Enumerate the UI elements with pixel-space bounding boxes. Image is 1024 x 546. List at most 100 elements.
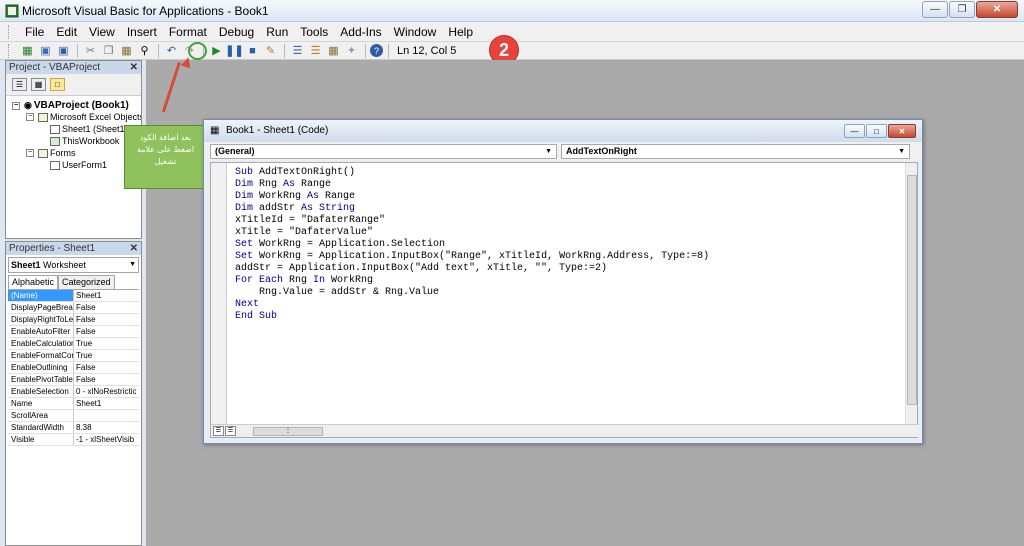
- tree-forms[interactable]: − Forms: [26, 148, 76, 158]
- vertical-scrollbar[interactable]: [905, 163, 917, 426]
- horizontal-scroll-thumb[interactable]: ⋮: [253, 427, 323, 436]
- project-pane-close-icon[interactable]: ✕: [130, 61, 138, 74]
- code-line[interactable]: End Sub: [235, 311, 709, 323]
- full-module-view-icon[interactable]: ☰: [225, 426, 236, 436]
- property-row[interactable]: StandardWidth 8.38: [8, 422, 139, 434]
- tab-categorized[interactable]: Categorized: [58, 275, 115, 289]
- property-row[interactable]: EnableSelection 0 - xlNoRestrictio: [8, 386, 139, 398]
- code-line[interactable]: Dim Rng As Range: [235, 179, 709, 191]
- property-row[interactable]: ScrollArea: [8, 410, 139, 422]
- code-line[interactable]: For Each Rng In WorkRng: [235, 275, 709, 287]
- menu-help[interactable]: Help: [442, 22, 479, 42]
- property-value[interactable]: Sheet1: [74, 290, 136, 301]
- project-explorer-icon[interactable]: ☰: [289, 43, 306, 59]
- menu-debug[interactable]: Debug: [213, 22, 260, 42]
- code-line[interactable]: Dim addStr As String: [235, 203, 709, 215]
- property-value[interactable]: False: [74, 326, 136, 337]
- chevron-down-icon[interactable]: ▼: [545, 145, 552, 158]
- toolbox-icon[interactable]: ✦: [343, 43, 360, 59]
- code-line[interactable]: addStr = Application.InputBox("Add text"…: [235, 263, 709, 275]
- property-value[interactable]: 8.38: [74, 422, 136, 433]
- paste-icon[interactable]: ▦: [118, 43, 135, 59]
- tree-userform1[interactable]: UserForm1: [50, 160, 107, 170]
- menu-insert[interactable]: Insert: [121, 22, 163, 42]
- property-value[interactable]: True: [74, 338, 136, 349]
- horizontal-scrollbar[interactable]: ☰ ☰ ⋮: [211, 424, 919, 437]
- code-maximize-button[interactable]: □: [866, 124, 887, 138]
- object-combo[interactable]: (General) ▼: [210, 144, 557, 159]
- property-row[interactable]: Name Sheet1: [8, 398, 139, 410]
- view-code-icon[interactable]: ☰: [12, 78, 27, 91]
- code-line[interactable]: xTitle = "DafaterValue": [235, 227, 709, 239]
- property-value[interactable]: [74, 410, 136, 421]
- code-text[interactable]: Sub AddTextOnRight() Dim Rng As Range Dim …: [235, 167, 709, 323]
- property-row[interactable]: EnableAutoFilter False: [8, 326, 139, 338]
- object-browser-icon[interactable]: ▦: [325, 43, 342, 59]
- property-value[interactable]: 0 - xlNoRestrictio: [74, 386, 136, 397]
- find-icon[interactable]: ⚲: [136, 43, 153, 59]
- property-value[interactable]: False: [74, 302, 136, 313]
- menu-run[interactable]: Run: [260, 22, 294, 42]
- reset-icon[interactable]: ■: [244, 43, 261, 59]
- property-value[interactable]: False: [74, 362, 136, 373]
- property-row[interactable]: EnableCalculation True: [8, 338, 139, 350]
- tree-thisworkbook[interactable]: ThisWorkbook: [50, 136, 119, 146]
- menu-tools[interactable]: Tools: [294, 22, 334, 42]
- property-row[interactable]: EnableFormatCon True: [8, 350, 139, 362]
- property-value[interactable]: False: [74, 374, 136, 385]
- menu-file[interactable]: File: [19, 22, 50, 42]
- minimize-button[interactable]: —: [922, 1, 948, 18]
- break-icon[interactable]: ❚❚: [225, 43, 243, 59]
- procedure-view-icon[interactable]: ☰: [213, 426, 224, 436]
- code-close-button[interactable]: ✕: [888, 124, 916, 138]
- design-mode-icon[interactable]: ✎: [262, 43, 279, 59]
- code-line[interactable]: Set WorkRng = Application.Selection: [235, 239, 709, 251]
- toggle-folders-icon[interactable]: □: [50, 78, 65, 91]
- property-row[interactable]: (Name) Sheet1: [8, 290, 139, 302]
- property-row[interactable]: EnablePivotTable False: [8, 374, 139, 386]
- code-line[interactable]: Dim WorkRng As Range: [235, 191, 709, 203]
- property-value[interactable]: Sheet1: [74, 398, 136, 409]
- collapse-icon[interactable]: −: [26, 149, 34, 157]
- run-icon[interactable]: ▶: [208, 43, 225, 59]
- menu-add-ins[interactable]: Add-Ins: [334, 22, 387, 42]
- close-button[interactable]: ✕: [976, 1, 1018, 18]
- code-line[interactable]: xTitleId = "DafaterRange": [235, 215, 709, 227]
- code-editor[interactable]: Sub AddTextOnRight() Dim Rng As Range Dim …: [210, 162, 919, 438]
- property-value[interactable]: True: [74, 350, 136, 361]
- property-row[interactable]: EnableOutlining False: [8, 362, 139, 374]
- code-line[interactable]: Sub AddTextOnRight(): [235, 167, 709, 179]
- property-row[interactable]: DisplayPageBreak False: [8, 302, 139, 314]
- property-value[interactable]: -1 - xlSheetVisib: [74, 434, 136, 445]
- menu-format[interactable]: Format: [163, 22, 213, 42]
- chevron-down-icon[interactable]: ▼: [898, 145, 905, 158]
- tree-excel-objects[interactable]: − Microsoft Excel Objects: [26, 112, 141, 122]
- object-selector[interactable]: Sheet1 Worksheet ▼: [8, 257, 139, 273]
- menu-view[interactable]: View: [83, 22, 121, 42]
- property-row[interactable]: Visible -1 - xlSheetVisib: [8, 434, 139, 446]
- procedure-combo[interactable]: AddTextOnRight ▼: [561, 144, 910, 159]
- tab-alphabetic[interactable]: Alphabetic: [8, 275, 59, 289]
- code-line[interactable]: Rng.Value = addStr & Rng.Value: [235, 287, 709, 299]
- undo-icon[interactable]: ↶: [163, 43, 180, 59]
- collapse-icon[interactable]: −: [12, 101, 20, 110]
- code-minimize-button[interactable]: —: [844, 124, 865, 138]
- tree-sheet1[interactable]: Sheet1 (Sheet1): [50, 124, 128, 134]
- tree-root[interactable]: − ◉ VBAProject (Book1): [12, 100, 129, 111]
- code-line[interactable]: Next: [235, 299, 709, 311]
- menu-edit[interactable]: Edit: [50, 22, 83, 42]
- insert-userform-icon[interactable]: ▣: [37, 43, 54, 59]
- restore-button[interactable]: ❐: [949, 1, 975, 18]
- property-value[interactable]: False: [74, 314, 136, 325]
- cut-icon[interactable]: ✂: [82, 43, 99, 59]
- property-row[interactable]: DisplayRightToLef False: [8, 314, 139, 326]
- menu-window[interactable]: Window: [388, 22, 443, 42]
- collapse-icon[interactable]: −: [26, 113, 34, 121]
- vertical-scroll-thumb[interactable]: [907, 175, 917, 405]
- chevron-down-icon[interactable]: ▼: [129, 258, 136, 272]
- code-line[interactable]: Set WorkRng = Application.InputBox("Rang…: [235, 251, 709, 263]
- save-icon[interactable]: ▣: [55, 43, 72, 59]
- code-window-title-bar[interactable]: ▦ Book1 - Sheet1 (Code) — □ ✕: [204, 120, 922, 142]
- view-object-icon[interactable]: ▦: [31, 78, 46, 91]
- help-icon[interactable]: ?: [370, 44, 383, 57]
